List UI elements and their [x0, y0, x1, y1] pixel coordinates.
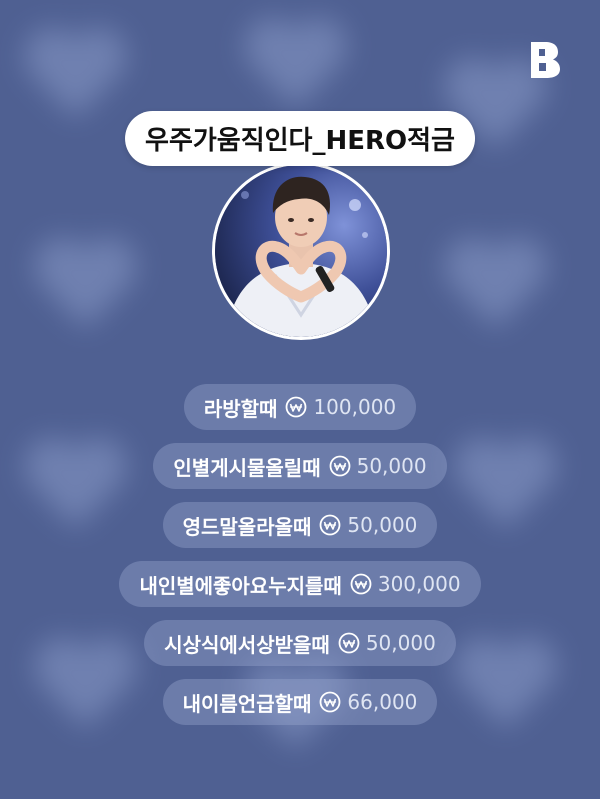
background-heart	[240, 20, 350, 120]
savings-item-label: 내이름언급할때	[182, 691, 312, 716]
savings-item[interactable]: 시상식에서상받을때 50,000	[144, 620, 456, 666]
savings-item-label: 영드말올라올때	[182, 514, 312, 539]
savings-item-amount: 66,000	[347, 690, 418, 714]
savings-item[interactable]: 인별게시물올릴때 50,000	[153, 443, 447, 489]
savings-item[interactable]: 내인별에좋아요누지를때 300,000	[119, 561, 481, 607]
savings-item-amount: 100,000	[313, 395, 397, 419]
savings-item-label: 라방할때	[203, 396, 278, 421]
savings-page: 우주가움직인다_HERO적금 라방할때 100,000 인별게시물올릴때 50,…	[0, 0, 600, 799]
savings-item-label: 인별게시물올릴때	[173, 455, 321, 480]
savings-item-amount: 50,000	[347, 513, 418, 537]
background-heart	[20, 30, 130, 130]
savings-item[interactable]: 내이름언급할때 66,000	[162, 679, 438, 725]
won-coin-icon	[329, 455, 351, 477]
savings-item[interactable]: 영드말올라올때 50,000	[162, 502, 438, 548]
band-b-logo-icon[interactable]	[528, 40, 562, 80]
savings-item-label: 시상식에서상받을때	[164, 632, 330, 657]
won-coin-icon	[319, 691, 341, 713]
savings-item-label: 내인별에좋아요누지를때	[139, 573, 342, 598]
savings-item-amount: 50,000	[356, 454, 427, 478]
won-coin-icon	[285, 396, 307, 418]
won-coin-icon	[350, 573, 372, 595]
background-heart	[440, 240, 550, 340]
savings-item[interactable]: 라방할때 100,000	[183, 384, 417, 430]
savings-item-amount: 50,000	[365, 631, 436, 655]
page-title: 우주가움직인다_HERO적금	[125, 111, 475, 166]
savings-item-amount: 300,000	[377, 572, 461, 596]
won-coin-icon	[338, 632, 360, 654]
profile-photo	[212, 162, 390, 340]
background-heart	[30, 240, 140, 340]
won-coin-icon	[319, 514, 341, 536]
savings-list: 라방할때 100,000 인별게시물올릴때 50,000 영드말올라올때 50,000 내인…	[0, 384, 600, 738]
